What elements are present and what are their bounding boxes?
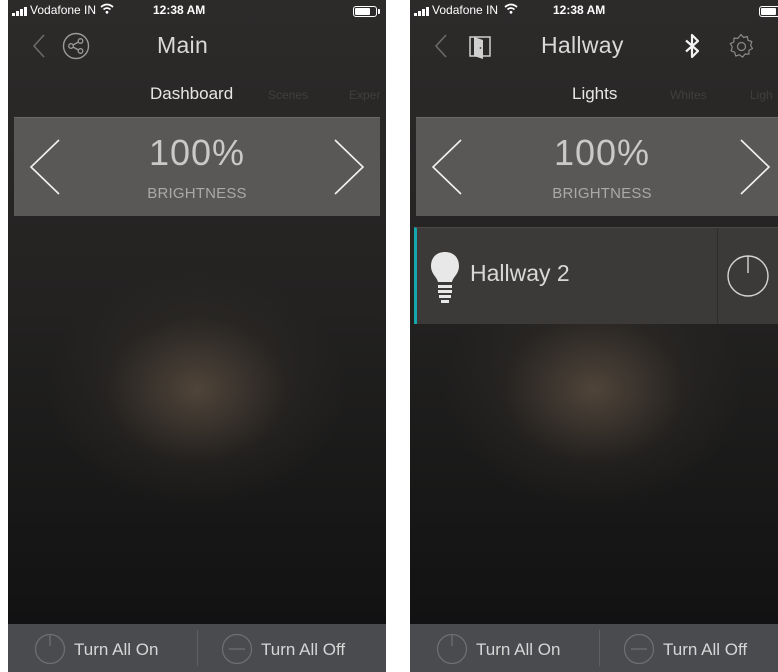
gear-icon[interactable] [727, 32, 755, 60]
nav-bar: Main [8, 22, 386, 70]
tab-lights[interactable]: Lights [572, 84, 617, 104]
chevron-right-icon[interactable] [738, 138, 772, 196]
power-icon [436, 633, 468, 665]
light-name: Hallway 2 [470, 260, 570, 286]
signal-icon [12, 7, 28, 16]
battery-icon [353, 6, 377, 17]
brightness-panel: 100% BRIGHTNESS [416, 117, 778, 216]
turn-all-on-button[interactable]: Turn All On [410, 624, 598, 672]
tab-bar: Dashboard Scenes Exper [8, 84, 386, 108]
turn-all-off-label: Turn All Off [261, 640, 346, 659]
brightness-value: 100% [553, 132, 651, 173]
turn-all-on-button[interactable]: Turn All On [8, 624, 196, 672]
status-time: 12:38 AM [553, 3, 606, 17]
page-title: Hallway [541, 32, 624, 58]
bulb-icon [431, 252, 459, 303]
turn-all-off-label: Turn All Off [663, 640, 748, 659]
status-bar: Vodafone IN 12:38 AM [410, 0, 778, 20]
share-icon[interactable] [62, 32, 90, 60]
tab-light-effects[interactable]: Ligh [750, 88, 773, 102]
turn-all-off-button[interactable]: Turn All Off [600, 624, 778, 672]
tab-experiences[interactable]: Exper [349, 88, 380, 102]
bottom-bar: Turn All On Turn All Off [8, 624, 386, 672]
status-time: 12:38 AM [153, 3, 206, 17]
signal-icon [414, 7, 430, 16]
turn-all-on-label: Turn All On [476, 640, 561, 659]
page-title: Main [157, 32, 209, 58]
hallway-lights-screen: Vodafone IN 12:38 AM Hallway Lights Whit… [410, 0, 778, 672]
brightness-label: BRIGHTNESS [552, 185, 652, 202]
brightness-value: 100% [148, 132, 246, 173]
power-icon [34, 633, 66, 665]
battery-icon [759, 6, 778, 17]
back-icon[interactable] [430, 32, 454, 60]
bottom-bar: Turn All On Turn All Off [410, 624, 778, 672]
tab-scenes[interactable]: Scenes [268, 88, 308, 102]
bluetooth-icon[interactable] [678, 32, 706, 60]
minus-circle-icon [623, 633, 655, 665]
turn-all-off-button[interactable]: Turn All Off [198, 624, 386, 672]
turn-all-on-label: Turn All On [74, 640, 159, 659]
status-bar: Vodafone IN 12:38 AM [8, 0, 386, 20]
nav-bar: Hallway [410, 22, 778, 70]
tab-whites[interactable]: Whites [670, 88, 707, 102]
chevron-right-icon[interactable] [332, 138, 366, 196]
carrier-name: Vodafone IN [30, 3, 97, 17]
light-item[interactable]: Hallway 2 [414, 227, 778, 324]
back-icon[interactable] [28, 32, 52, 60]
wifi-icon [504, 3, 518, 14]
main-dashboard-screen: Vodafone IN 12:38 AM Main Dashboard Scen… [8, 0, 386, 672]
minus-circle-icon [221, 633, 253, 665]
room-door-icon [469, 36, 491, 59]
carrier-name: Vodafone IN [432, 3, 499, 17]
tab-bar: Lights Whites Ligh [410, 84, 778, 108]
divider [717, 228, 718, 324]
brightness-label: BRIGHTNESS [147, 185, 247, 202]
wifi-icon [100, 3, 114, 14]
tab-dashboard[interactable]: Dashboard [150, 84, 233, 104]
power-icon[interactable] [726, 254, 770, 298]
brightness-panel: 100% BRIGHTNESS [14, 117, 380, 216]
